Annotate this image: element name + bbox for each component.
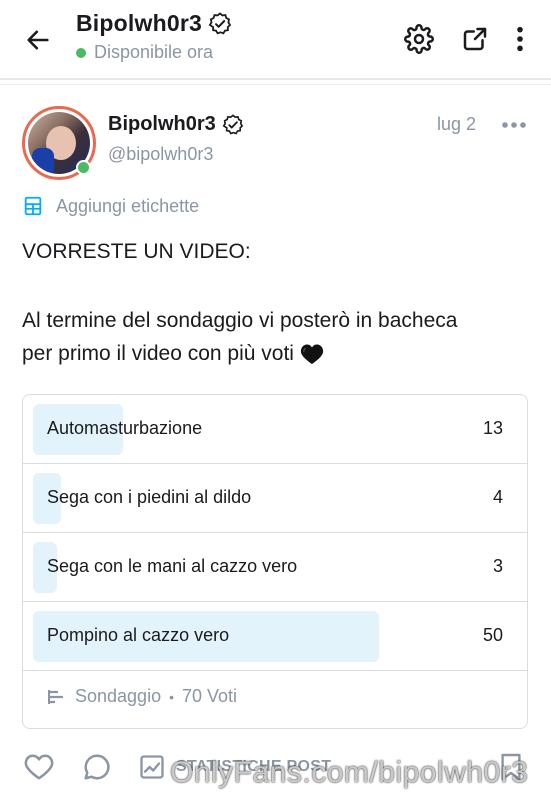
gear-icon <box>404 24 434 54</box>
poll-option-label: Pompino al cazzo vero <box>47 625 230 645</box>
heart-icon <box>24 754 54 780</box>
post-text-line: VORRESTE UN VIDEO: <box>22 240 251 263</box>
poll-footer-separator: • <box>169 688 174 705</box>
add-tags-label: Aggiungi etichette <box>56 195 200 216</box>
poll-option-votes: 50 <box>482 625 503 645</box>
back-arrow-icon <box>27 30 49 50</box>
black-heart-icon <box>300 344 324 364</box>
verified-badge-icon <box>208 11 232 34</box>
poll-option-label: Automasturbazione <box>47 418 203 438</box>
post-text-line: Al termine del sondaggio vi posterò in b… <box>22 309 458 332</box>
comment-icon <box>84 754 110 780</box>
like-button[interactable] <box>22 750 56 784</box>
poll-option-label: Sega con i piedini al dildo <box>47 487 252 507</box>
chart-icon <box>140 755 164 779</box>
poll-option-votes: 13 <box>482 418 503 438</box>
more-options-button[interactable] <box>503 22 537 56</box>
post-text-line-last: per primo il video con più voti <box>22 342 324 366</box>
watermark: OnlyFans.com/bipolwh0r3 <box>170 756 529 789</box>
online-status-dot <box>76 47 86 58</box>
add-tags-button[interactable]: Aggiungi etichette <box>22 195 199 217</box>
poll-type-label: Sondaggio <box>75 686 162 706</box>
post-text-line: per primo il video con più voti <box>22 342 294 365</box>
post-date: lug 2 <box>437 114 477 134</box>
poll-option-votes: 4 <box>492 487 503 507</box>
author-handle: @bipolwh0r3 <box>108 144 214 164</box>
poll-option[interactable]: Pompino al cazzo vero 50 <box>23 602 527 671</box>
poll-option-votes: 3 <box>492 556 503 576</box>
top-bar: Bipolwh0r3 Disponibile ora <box>0 0 551 80</box>
online-status-text: Disponibile ora <box>94 42 214 62</box>
share-button[interactable] <box>458 22 492 56</box>
poll-total-votes: 70 Voti <box>182 686 238 706</box>
poll-icon <box>48 689 63 704</box>
tag-list-icon <box>24 196 42 216</box>
author-name: Bipolwh0r3 <box>108 113 216 135</box>
poll: Automasturbazione 13 Sega con i piedini … <box>22 394 528 729</box>
post-author[interactable]: Bipolwh0r3 @bipolwh0r3 <box>108 113 244 165</box>
header-divider <box>0 84 551 85</box>
poll-footer: Sondaggio • 70 Voti <box>47 686 237 707</box>
chat-header[interactable]: Bipolwh0r3 Disponibile ora <box>76 10 232 63</box>
avatar-online-dot <box>76 160 91 175</box>
verified-badge-icon <box>222 113 244 135</box>
settings-button[interactable] <box>402 22 436 56</box>
page-title: Bipolwh0r3 <box>76 10 202 36</box>
poll-option[interactable]: Sega con i piedini al dildo 4 <box>23 464 527 533</box>
post-more-button[interactable] <box>500 116 528 134</box>
back-button[interactable] <box>22 24 54 56</box>
poll-option[interactable]: Automasturbazione 13 <box>23 395 527 464</box>
comment-button[interactable] <box>80 750 114 784</box>
share-icon <box>463 27 487 51</box>
more-vertical-icon <box>517 26 523 52</box>
poll-option-label: Sega con le mani al cazzo vero <box>47 556 298 576</box>
more-horizontal-icon <box>502 122 526 128</box>
poll-option[interactable]: Sega con le mani al cazzo vero 3 <box>23 533 527 602</box>
